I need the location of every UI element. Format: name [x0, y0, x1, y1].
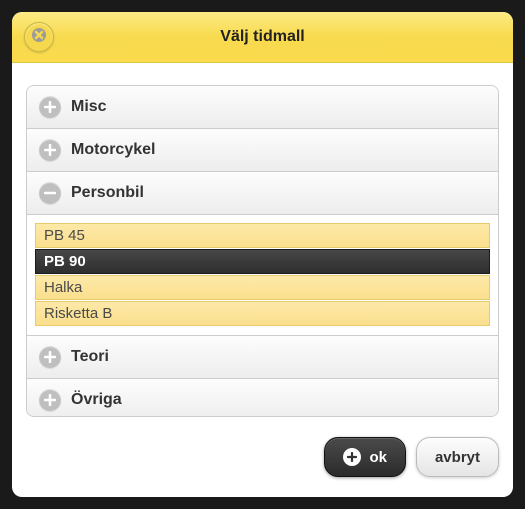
plus-icon: [39, 346, 61, 368]
minus-icon: [39, 182, 61, 204]
section-label: Misc: [71, 98, 107, 116]
section-ovriga[interactable]: Övriga: [27, 378, 498, 417]
plus-icon: [39, 139, 61, 161]
list-item[interactable]: PB 45: [35, 223, 490, 248]
section-personbil-panel: PB 45 PB 90 Halka Risketta B: [27, 214, 498, 335]
dialog-footer: ok avbryt: [12, 431, 513, 497]
accordion: Misc Motorcykel Personbil PB 45 PB 90 Ha…: [26, 85, 499, 417]
cancel-button[interactable]: avbryt: [416, 437, 499, 477]
dialog: Välj tidmall Misc Motorcykel Personbil: [12, 12, 513, 497]
section-motorcykel[interactable]: Motorcykel: [27, 128, 498, 171]
dialog-title: Välj tidmall: [24, 28, 501, 46]
plus-icon: [343, 448, 361, 466]
section-label: Övriga: [71, 391, 122, 409]
ok-label: ok: [369, 449, 387, 466]
list-item[interactable]: PB 90: [35, 249, 490, 274]
list-item[interactable]: Halka: [35, 275, 490, 300]
section-misc[interactable]: Misc: [27, 86, 498, 128]
plus-icon: [39, 96, 61, 118]
section-personbil[interactable]: Personbil: [27, 171, 498, 214]
cancel-label: avbryt: [435, 449, 480, 466]
section-label: Motorcykel: [71, 141, 155, 159]
section-teori[interactable]: Teori: [27, 335, 498, 378]
plus-icon: [39, 389, 61, 411]
dialog-body: Misc Motorcykel Personbil PB 45 PB 90 Ha…: [12, 63, 513, 431]
ok-button[interactable]: ok: [324, 437, 406, 477]
dialog-header: Välj tidmall: [12, 12, 513, 63]
section-label: Personbil: [71, 184, 144, 202]
section-label: Teori: [71, 348, 109, 366]
list-item[interactable]: Risketta B: [35, 301, 490, 326]
